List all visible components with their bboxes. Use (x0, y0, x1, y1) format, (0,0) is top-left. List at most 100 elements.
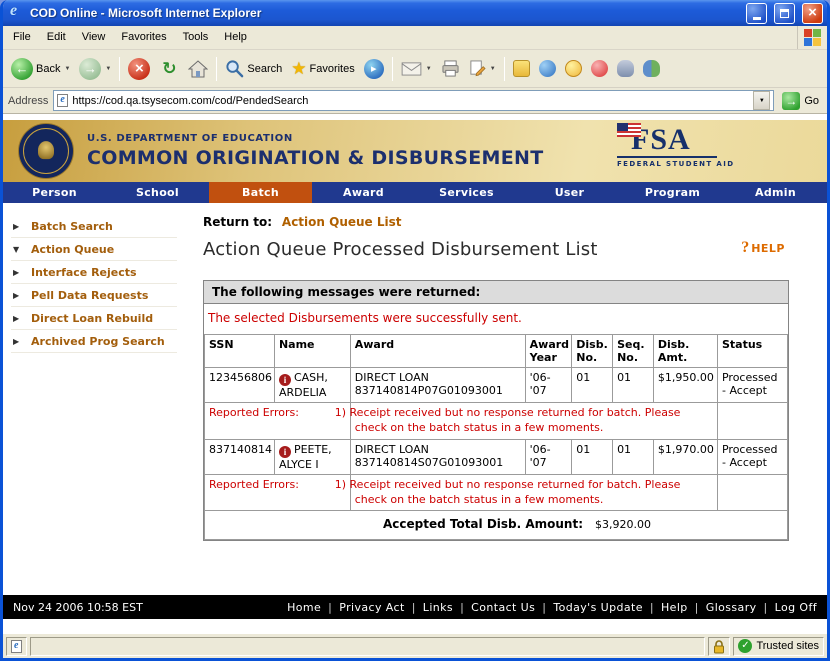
page-title: Action Queue Processed Disbursement List (203, 239, 789, 260)
sidebar-item-batch-search[interactable]: ▶ Batch Search (11, 215, 177, 238)
edit-button[interactable]: ▼ (465, 58, 500, 79)
people-button[interactable] (639, 58, 664, 79)
stop-button[interactable] (124, 56, 154, 82)
forward-button[interactable]: ▼ (75, 56, 115, 82)
footer-link-contact-us[interactable]: Contact Us (471, 601, 535, 614)
tab-services[interactable]: Services (415, 182, 518, 203)
footer-separator: | (764, 601, 768, 614)
chevron-right-icon: ▶ (13, 335, 23, 348)
footer-link-home[interactable]: Home (287, 601, 321, 614)
address-url[interactable]: https://cod.qa.tsysecom.com/cod/PendedSe… (72, 95, 749, 107)
address-dropdown-button[interactable]: ▼ (753, 91, 770, 110)
footer-link-privacy-act[interactable]: Privacy Act (339, 601, 404, 614)
tab-person[interactable]: Person (3, 182, 106, 203)
cell-disb-amt: $1,950.00 (653, 368, 717, 403)
refresh-icon (159, 59, 179, 79)
close-button[interactable] (802, 3, 823, 24)
mail-button[interactable]: ▼ (397, 59, 436, 78)
edit-dropdown-icon[interactable]: ▼ (490, 66, 496, 72)
department-name: U.S. DEPARTMENT OF EDUCATION (87, 133, 543, 144)
address-bar: Address https://cod.qa.tsysecom.com/cod/… (3, 88, 827, 114)
icq-button[interactable] (587, 58, 612, 79)
back-button[interactable]: Back ▼ (7, 56, 74, 82)
icq-icon (591, 60, 608, 77)
minimize-button[interactable] (746, 3, 767, 24)
help-button[interactable]: ? HELP (741, 239, 785, 257)
tab-user[interactable]: User (518, 182, 621, 203)
reported-errors-label: Reported Errors: (205, 474, 351, 511)
search-button[interactable]: Search (221, 57, 286, 80)
address-input[interactable]: https://cod.qa.tsysecom.com/cod/PendedSe… (53, 90, 774, 111)
security-pane[interactable] (708, 637, 730, 656)
sidebar-item-action-queue[interactable]: ▼ Action Queue (11, 238, 177, 261)
back-dropdown-icon[interactable]: ▼ (64, 66, 70, 72)
total-cell: Accepted Total Disb. Amount:$3,920.00 (205, 511, 788, 540)
action-queue-list-link[interactable]: Action Queue List (282, 215, 402, 229)
info-icon[interactable] (279, 446, 291, 458)
col-header-award-year: Award Year (525, 335, 572, 368)
maximize-button[interactable] (774, 3, 795, 24)
col-header-seq-no: Seq. No. (613, 335, 654, 368)
footer-link-glossary[interactable]: Glossary (706, 601, 757, 614)
cell-ssn: 837140814 (205, 439, 275, 474)
content-area: ▶ Batch Search ▼ Action Queue ▶ Interfac… (3, 203, 827, 595)
toolbar-separator (216, 57, 217, 81)
menu-file[interactable]: File (5, 26, 39, 49)
go-button[interactable]: Go (779, 91, 822, 111)
total-row: Accepted Total Disb. Amount:$3,920.00 (205, 511, 788, 540)
refresh-button[interactable] (155, 57, 183, 81)
menu-edit[interactable]: Edit (39, 26, 74, 49)
cell-award: DIRECT LOAN 837140814P07G01093001 (350, 368, 525, 403)
print-button[interactable] (437, 58, 464, 79)
print-icon (441, 60, 460, 77)
address-label: Address (8, 95, 48, 107)
contact-button[interactable] (613, 58, 638, 79)
footer-separator: | (412, 601, 416, 614)
tab-award[interactable]: Award (312, 182, 415, 203)
sidebar-item-pell-data-requests[interactable]: ▶ Pell Data Requests (11, 284, 177, 307)
maximize-icon (780, 9, 789, 18)
footer-link-todays-update[interactable]: Today's Update (553, 601, 643, 614)
menu-favorites[interactable]: Favorites (113, 26, 174, 49)
footer-link-help[interactable]: Help (661, 601, 688, 614)
tab-program[interactable]: Program (621, 182, 724, 203)
ie-icon[interactable] (9, 5, 25, 21)
sidebar-item-label: Pell Data Requests (31, 289, 148, 302)
sidebar-item-direct-loan-rebuild[interactable]: ▶ Direct Loan Rebuild (11, 307, 177, 330)
footer-separator: | (542, 601, 546, 614)
zone-pane[interactable]: Trusted sites (733, 637, 824, 656)
cell-name: PEETE, ALYCE I (274, 439, 350, 474)
application-name: COMMON ORIGINATION & DISBURSEMENT (87, 147, 543, 169)
error-row: Reported Errors: 1) Receipt received but… (205, 474, 788, 511)
menu-help[interactable]: Help (216, 26, 255, 49)
messenger-button[interactable] (535, 58, 560, 79)
cell-empty (717, 403, 787, 440)
media-button[interactable] (360, 57, 388, 81)
sidebar-item-label: Direct Loan Rebuild (31, 312, 153, 325)
sidebar-item-archived-prog-search[interactable]: ▶ Archived Prog Search (11, 330, 177, 353)
footer-link-links[interactable]: Links (423, 601, 453, 614)
menu-view[interactable]: View (74, 26, 114, 49)
info-icon[interactable] (279, 374, 291, 386)
col-header-status: Status (717, 335, 787, 368)
return-to-label: Return to: (203, 215, 272, 229)
tab-school[interactable]: School (106, 182, 209, 203)
messages-header: The following messages were returned: (204, 281, 788, 304)
people-icon (643, 60, 660, 77)
discuss-button[interactable] (509, 58, 534, 79)
browser-window: COD Online - Microsoft Internet Explorer… (0, 0, 830, 661)
yahoo-messenger-button[interactable] (561, 58, 586, 79)
cell-seq-no: 01 (613, 368, 654, 403)
home-button[interactable] (184, 58, 212, 80)
sidebar-item-interface-rejects[interactable]: ▶ Interface Rejects (11, 261, 177, 284)
tab-batch[interactable]: Batch (209, 182, 312, 203)
menu-tools[interactable]: Tools (175, 26, 217, 49)
sidebar-item-label: Batch Search (31, 220, 113, 233)
mail-icon (401, 61, 422, 76)
tab-admin[interactable]: Admin (724, 182, 827, 203)
close-icon (808, 4, 817, 22)
footer-link-log-off[interactable]: Log Off (775, 601, 817, 614)
mail-dropdown-icon[interactable]: ▼ (426, 66, 432, 72)
forward-dropdown-icon[interactable]: ▼ (105, 66, 111, 72)
favorites-button[interactable]: Favorites (287, 57, 359, 81)
